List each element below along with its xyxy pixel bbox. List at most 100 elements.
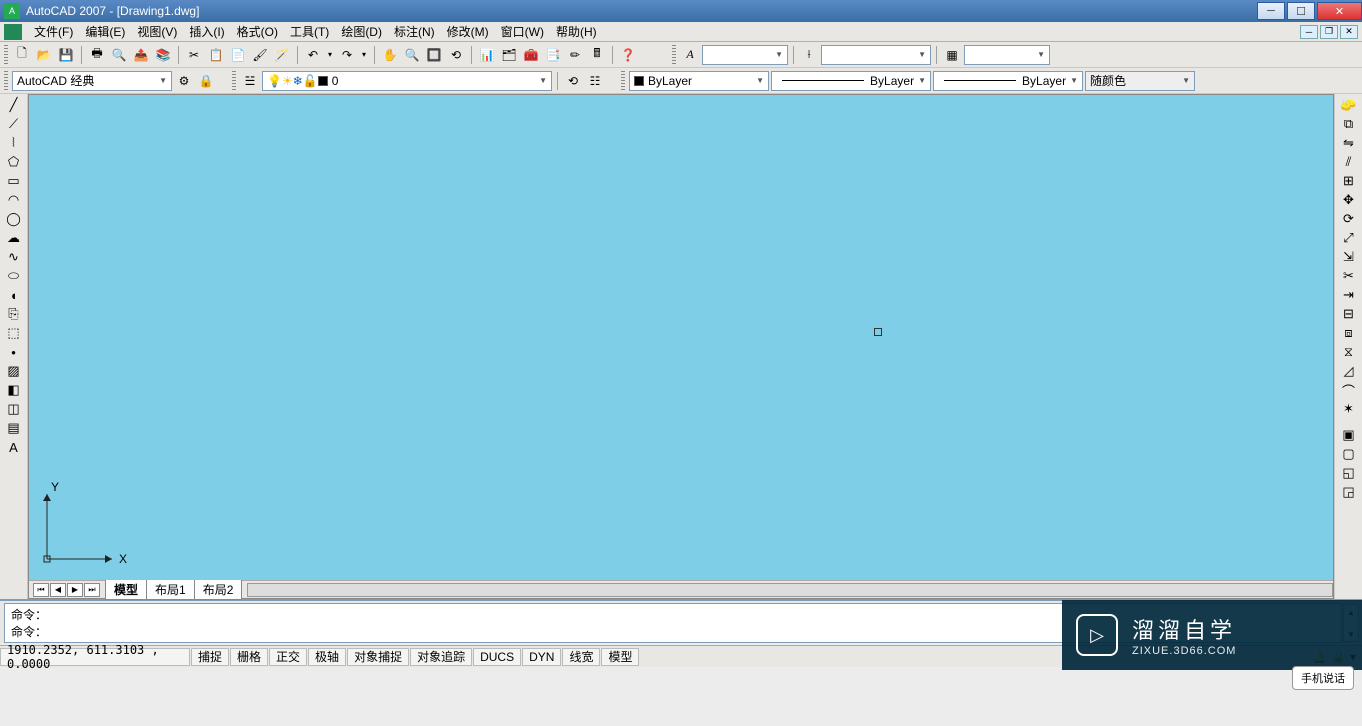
toolbar-grip-3[interactable] xyxy=(4,71,8,91)
polygon-icon[interactable]: ⬠ xyxy=(3,153,25,171)
tab-prev-icon[interactable]: ◀ xyxy=(50,583,66,597)
toggle-grid[interactable]: 栅格 xyxy=(230,648,268,666)
save-icon[interactable]: 💾 xyxy=(56,45,76,65)
join-icon[interactable]: ⧖ xyxy=(1338,343,1360,361)
markup-icon[interactable]: ✏ xyxy=(565,45,585,65)
close-button[interactable]: ✕ xyxy=(1317,2,1362,20)
circle-icon[interactable]: ◯ xyxy=(3,210,25,228)
offset-icon[interactable]: ⫽ xyxy=(1338,153,1360,171)
workspace-settings-icon[interactable]: ⚙ xyxy=(174,71,194,91)
menu-dim[interactable]: 标注(N) xyxy=(388,21,441,42)
region-icon[interactable]: ◫ xyxy=(3,400,25,418)
draworder-back-icon[interactable]: ▢ xyxy=(1338,445,1360,463)
copy-icon[interactable]: 📋 xyxy=(206,45,226,65)
toolbar-grip-4[interactable] xyxy=(232,71,236,91)
arc-icon[interactable]: ◠ xyxy=(3,191,25,209)
menu-tools[interactable]: 工具(T) xyxy=(284,21,335,42)
draworder-front-icon[interactable]: ▣ xyxy=(1338,426,1360,444)
tab-last-icon[interactable]: ⏭ xyxy=(84,583,100,597)
mtext-icon[interactable]: A xyxy=(3,438,25,456)
array-icon[interactable]: ⊞ xyxy=(1338,172,1360,190)
explode-icon[interactable]: ✶ xyxy=(1338,400,1360,418)
text-style-icon[interactable]: A xyxy=(680,45,700,65)
pline-icon[interactable]: ⦚ xyxy=(3,134,25,152)
quickcalc-icon[interactable]: 🖩 xyxy=(587,45,607,65)
draworder-under-icon[interactable]: ◲ xyxy=(1338,483,1360,501)
mdi-restore[interactable]: ❐ xyxy=(1320,25,1338,39)
table-icon[interactable]: ▤ xyxy=(3,419,25,437)
menu-draw[interactable]: 绘图(D) xyxy=(335,21,388,42)
drawing-canvas[interactable]: X Y xyxy=(29,95,1333,580)
point-icon[interactable]: • xyxy=(3,343,25,361)
paste-icon[interactable]: 📄 xyxy=(228,45,248,65)
toggle-polar[interactable]: 极轴 xyxy=(308,648,346,666)
layer-combo[interactable]: 💡☀❄🔓 0▼ xyxy=(262,71,552,91)
toggle-snap[interactable]: 捕捉 xyxy=(191,648,229,666)
menu-modify[interactable]: 修改(M) xyxy=(441,21,495,42)
mdi-minimize[interactable]: ─ xyxy=(1300,25,1318,39)
text-style-combo[interactable]: ▼ xyxy=(702,45,788,65)
dim-style-combo[interactable]: ▼ xyxy=(821,45,931,65)
plotstyle-combo[interactable]: 随颜色▼ xyxy=(1085,71,1195,91)
draworder-above-icon[interactable]: ◱ xyxy=(1338,464,1360,482)
help-icon[interactable]: ❓ xyxy=(618,45,638,65)
menu-help[interactable]: 帮助(H) xyxy=(550,21,603,42)
plot-icon[interactable]: 🖶 xyxy=(87,45,107,65)
break-at-icon[interactable]: ⊟ xyxy=(1338,305,1360,323)
sheet-set-icon[interactable]: 📚 xyxy=(153,45,173,65)
revcloud-icon[interactable]: ☁ xyxy=(3,229,25,247)
gradient-icon[interactable]: ◧ xyxy=(3,381,25,399)
spline-icon[interactable]: ∿ xyxy=(3,248,25,266)
toggle-otrack[interactable]: 对象追踪 xyxy=(410,648,472,666)
scale-icon[interactable]: ⤢ xyxy=(1338,229,1360,247)
coordinates-display[interactable]: 1910.2352, 611.3103 , 0.0000 xyxy=(0,648,190,666)
menu-view[interactable]: 视图(V) xyxy=(131,21,183,42)
layer-manager-icon[interactable]: ☱ xyxy=(240,71,260,91)
make-block-icon[interactable]: ⬚ xyxy=(3,324,25,342)
sheet-mgr-icon[interactable]: 📑 xyxy=(543,45,563,65)
toggle-dyn[interactable]: DYN xyxy=(522,648,561,666)
hatch-icon[interactable]: ▨ xyxy=(3,362,25,380)
workspace-lock-icon[interactable]: 🔒 xyxy=(196,71,216,91)
zoom-win-icon[interactable]: 🔲 xyxy=(424,45,444,65)
new-icon[interactable]: 🗋 xyxy=(12,45,32,65)
design-center-icon[interactable]: 🗂 xyxy=(499,45,519,65)
trim-icon[interactable]: ✂ xyxy=(1338,267,1360,285)
rectangle-icon[interactable]: ▭ xyxy=(3,172,25,190)
ellipse-icon[interactable]: ⬭ xyxy=(3,267,25,285)
layer-prev-icon[interactable]: ⟲ xyxy=(563,71,583,91)
toolbar-grip[interactable] xyxy=(4,45,8,65)
line-icon[interactable]: ╱ xyxy=(3,96,25,114)
publish-icon[interactable]: 📤 xyxy=(131,45,151,65)
color-combo[interactable]: ByLayer▼ xyxy=(629,71,769,91)
rotate-icon[interactable]: ⟳ xyxy=(1338,210,1360,228)
extend-icon[interactable]: ⇥ xyxy=(1338,286,1360,304)
toolbar-grip-5[interactable] xyxy=(621,71,625,91)
layer-states-icon[interactable]: ☷ xyxy=(585,71,605,91)
undo-dropdown[interactable]: ▾ xyxy=(325,45,335,65)
toolbar-grip-2[interactable] xyxy=(672,45,676,65)
lineweight-combo[interactable]: ByLayer▼ xyxy=(933,71,1083,91)
toggle-lwt[interactable]: 线宽 xyxy=(562,648,600,666)
tab-model[interactable]: 模型 xyxy=(105,580,147,600)
redo-icon[interactable]: ↷ xyxy=(337,45,357,65)
match-prop-icon[interactable]: 🖌 xyxy=(250,45,270,65)
mdi-close[interactable]: ✕ xyxy=(1340,25,1358,39)
toggle-ducs[interactable]: DUCS xyxy=(473,648,521,666)
table-style-icon[interactable]: ▦ xyxy=(942,45,962,65)
insert-block-icon[interactable]: ⎘ xyxy=(3,305,25,323)
undo-icon[interactable]: ↶ xyxy=(303,45,323,65)
tab-next-icon[interactable]: ▶ xyxy=(67,583,83,597)
toggle-model[interactable]: 模型 xyxy=(601,648,639,666)
open-icon[interactable]: 📂 xyxy=(34,45,54,65)
app-menu-icon[interactable] xyxy=(4,24,22,40)
ellipse-arc-icon[interactable]: ◖ xyxy=(3,286,25,304)
zoom-rt-icon[interactable]: 🔍 xyxy=(402,45,422,65)
minimize-button[interactable]: ─ xyxy=(1257,2,1285,20)
redo-dropdown[interactable]: ▾ xyxy=(359,45,369,65)
tab-layout2[interactable]: 布局2 xyxy=(194,580,243,600)
toggle-osnap[interactable]: 对象捕捉 xyxy=(347,648,409,666)
table-style-combo[interactable]: ▼ xyxy=(964,45,1050,65)
tool-palettes-icon[interactable]: 🧰 xyxy=(521,45,541,65)
erase-icon[interactable]: 🧽 xyxy=(1338,96,1360,114)
